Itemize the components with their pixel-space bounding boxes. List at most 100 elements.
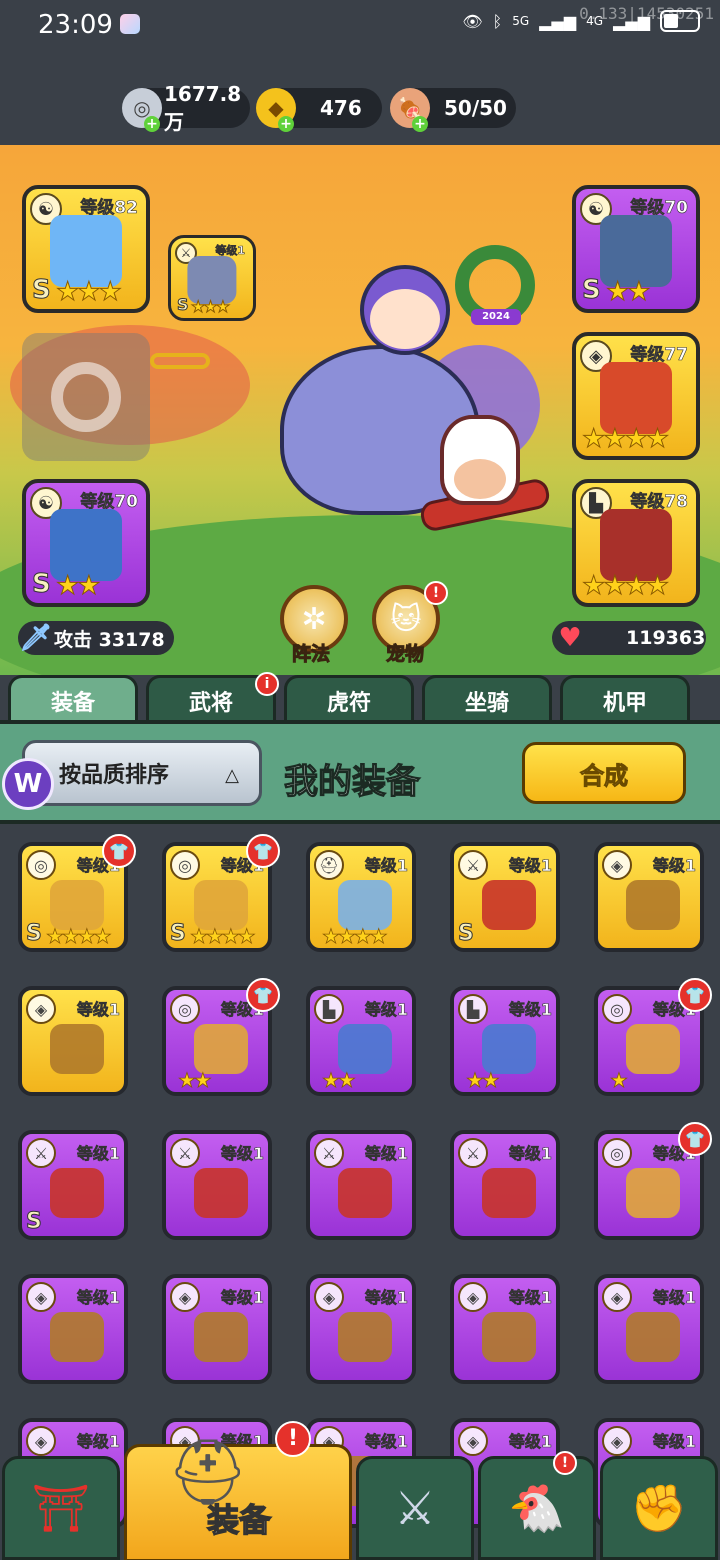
tab-label: 坐骑	[464, 690, 509, 716]
tab-mounts[interactable]: 坐骑	[422, 675, 552, 723]
inventory-item[interactable]: ⚔ 等级1	[306, 1130, 416, 1240]
nav-shop[interactable]: ⛩	[2, 1456, 120, 1560]
weapon-type-icon: ⚔	[170, 1138, 200, 1168]
tab-tiger-tally[interactable]: 虎符	[284, 675, 414, 723]
inventory-item[interactable]: ◎ 等级1 S ★★★★ 👕	[162, 834, 280, 952]
add-stamina-button[interactable]: +	[412, 116, 428, 132]
new-equip-badge-icon: 👕	[102, 834, 136, 868]
silver-currency[interactable]: ◎ + 1677.8万	[122, 82, 250, 134]
inventory-item[interactable]: ⚔ 等级1 S	[18, 1130, 128, 1240]
tab-label: 虎符	[326, 690, 371, 716]
category-tabs: 装备 武将 i 虎符 坐骑 机甲	[0, 672, 720, 723]
sort-by-quality-button[interactable]: 按品质排序 △	[22, 740, 262, 806]
equip-slot-crown[interactable]: ☯ 等级70 S ★★	[22, 479, 150, 607]
inventory-item[interactable]: ◈ 等级1	[18, 986, 128, 1096]
gold-currency[interactable]: ◆ + 476	[256, 88, 382, 132]
empty-medal-slot[interactable]	[22, 333, 150, 461]
item-level: 等级1	[364, 1432, 409, 1452]
grade-label: S	[26, 1209, 43, 1235]
helmet-type-icon: ⛑	[314, 850, 344, 880]
bottom-navigation: ⛩ ⛑ 装备 ! ⚔ 🐔 ! ✊	[0, 1421, 720, 1560]
armor-icon	[626, 1312, 680, 1362]
add-gold-button[interactable]: +	[278, 116, 294, 132]
inventory-item[interactable]: ◈ 等级1	[450, 1274, 560, 1384]
crossed-swords-icon: ⚔	[394, 1481, 436, 1535]
equip-slot-weapon-relic[interactable]: ☯ 等级82 S ★★★	[22, 185, 150, 313]
nav-upgrade[interactable]: ✊	[600, 1456, 718, 1560]
tab-equipment[interactable]: 装备	[8, 675, 138, 723]
equip-slot-boots[interactable]: ▙ 等级78 ★★★★	[572, 479, 700, 607]
inventory-item[interactable]: ▙ 等级1 ★★	[306, 986, 416, 1096]
hp-value: 119363	[626, 627, 706, 649]
chain-link-icon	[150, 353, 210, 369]
network-label: 5G	[512, 14, 530, 28]
item-level: 等级1	[508, 856, 553, 876]
item-level: 等级1	[76, 1000, 121, 1020]
inventory-item[interactable]: ◎ 等级1 ★★ 👕	[162, 978, 280, 1096]
inventory-item[interactable]: ◎ 等级1 ★ 👕	[594, 978, 712, 1096]
status-bar: 23:09 👁 ᛒ 5G ▂▄▆ 4G ▂▄▆ 0.133|14530251	[0, 0, 720, 52]
armor-icon	[338, 1312, 392, 1362]
armor-icon	[50, 1024, 104, 1074]
boots-type-icon: ▙	[458, 994, 488, 1024]
star-rating: ★★★★	[581, 424, 669, 455]
inventory-item[interactable]: ◈ 等级1	[18, 1274, 128, 1384]
hero-face	[370, 289, 440, 349]
medal-icon	[626, 1024, 680, 1074]
armor-type-icon: ◈	[458, 1282, 488, 1312]
inventory-item[interactable]: ◈ 等级1	[594, 1274, 704, 1384]
app-notification-icon	[120, 14, 140, 34]
slot-level: 等级70	[630, 198, 688, 219]
combine-button[interactable]: 合成	[522, 742, 686, 804]
christmas-wreath-icon: 2024	[455, 245, 535, 325]
nav-battle[interactable]: ⚔	[356, 1456, 474, 1560]
tab-mecha[interactable]: 机甲	[560, 675, 690, 723]
inventory-item[interactable]: ⚔ 等级1	[450, 1130, 560, 1240]
armor-type-icon: ◈	[170, 1282, 200, 1312]
item-level: 等级1	[220, 1288, 265, 1308]
equip-slot-helmet[interactable]: ☯ 等级70 S ★★	[572, 185, 700, 313]
nav-equipment[interactable]: ⛑ 装备 !	[124, 1421, 352, 1560]
medal-icon	[194, 1024, 248, 1074]
inventory-item[interactable]: ◈ 等级1	[162, 1274, 272, 1384]
pagoda-coin-icon: ⛩	[31, 1480, 91, 1535]
weapon-type-icon: ⚔	[458, 850, 488, 880]
nav-pets[interactable]: 🐔 !	[478, 1451, 596, 1560]
equipment-toolbar: 按品质排序 △ W 我的装备 合成	[0, 720, 720, 824]
inventory-item[interactable]: ⚔ 等级1	[162, 1130, 272, 1240]
medal-type-icon: ◎	[602, 994, 632, 1024]
weapon-type-icon: ⚔	[314, 1138, 344, 1168]
inventory-item[interactable]: ▙ 等级1 ★★	[450, 986, 560, 1096]
helmet-icon	[338, 880, 392, 930]
inventory-item[interactable]: ⚔ 等级1 S	[450, 842, 560, 952]
star-rating: ★★★★	[190, 924, 257, 949]
medal-type-icon: ◎	[26, 850, 56, 880]
tab-label: 武将	[188, 690, 233, 716]
combine-label: 合成	[580, 761, 629, 790]
grade-label: S	[170, 921, 187, 947]
armor-icon	[194, 1312, 248, 1362]
attack-stat: 🗡 攻击 33178	[18, 621, 174, 655]
inventory-item[interactable]: ◎ 等级1 S ★★★★ 👕	[18, 834, 136, 952]
weapon-icon	[194, 1168, 248, 1218]
medal-type-icon: ◎	[602, 1138, 632, 1168]
armor-icon	[50, 1312, 104, 1362]
add-silver-button[interactable]: +	[144, 116, 160, 132]
star-rating: ★	[610, 1068, 629, 1093]
slot-level: 等级70	[80, 492, 138, 513]
my-equipment-title: 我的装备	[283, 761, 420, 802]
equip-slot-armor[interactable]: ◈ 等级77 ★★★★	[572, 332, 700, 460]
boots-icon	[482, 1024, 536, 1074]
inventory-item[interactable]: ◈ 等级1	[594, 842, 704, 952]
inventory-item[interactable]: ⛑ 等级1 ★★★★	[306, 842, 416, 952]
star-rating: ★★★	[56, 277, 123, 308]
inventory-item[interactable]: ◈ 等级1	[306, 1274, 416, 1384]
inventory-item[interactable]: ◎ 等级1 👕	[594, 1122, 712, 1240]
star-rating: ★★	[606, 277, 652, 308]
item-level: 等级1	[76, 1144, 121, 1164]
stamina-currency[interactable]: 🍖 + 50/50	[390, 88, 516, 132]
star-rating: ★★	[466, 1068, 501, 1093]
tab-generals[interactable]: 武将 i	[146, 672, 279, 723]
armor-type-icon: ◈	[602, 850, 632, 880]
armor-type-icon: ◈	[314, 1282, 344, 1312]
